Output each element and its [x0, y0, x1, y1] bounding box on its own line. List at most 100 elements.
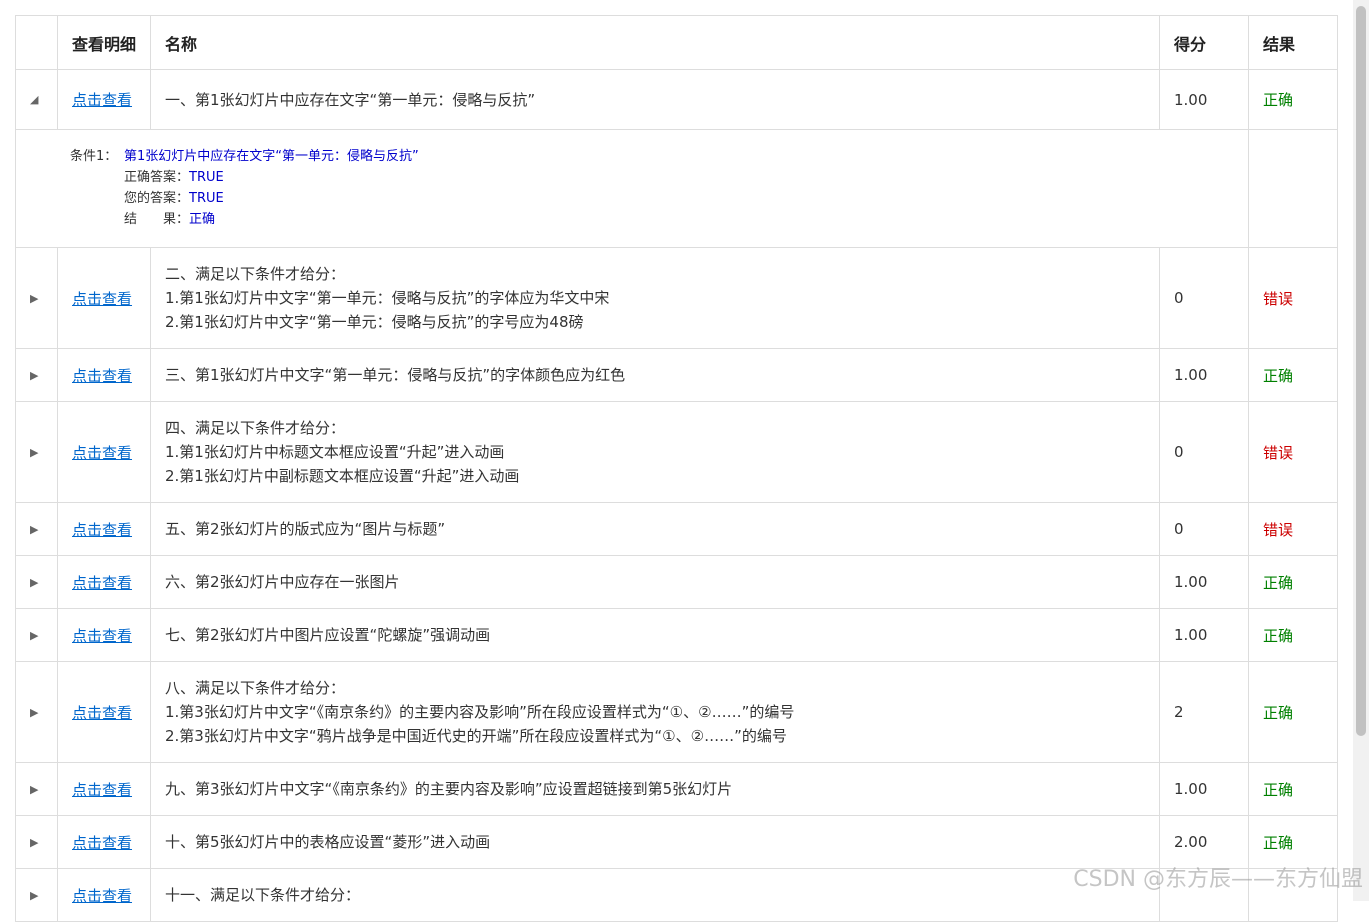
row-name-line: 三、第1张幻灯片中文字“第一单元：侵略与反抗”的字体颜色应为红色: [165, 366, 626, 384]
row-name-line: 1.第1张幻灯片中标题文本框应设置“升起”进入动画: [165, 443, 505, 461]
view-detail-link[interactable]: 点击查看: [72, 781, 132, 799]
view-detail-link[interactable]: 点击查看: [72, 834, 132, 852]
row-detail-cell: 点击查看: [57, 661, 151, 763]
row-score: 1.00: [1159, 348, 1249, 402]
table-body: ◢ 点击查看 一、第1张幻灯片中应存在文字“第一单元：侵略与反抗” 1.00 正确 条件1…: [15, 69, 1338, 922]
row-name-cell: 七、第2张幻灯片中图片应设置“陀螺旋”强调动画: [150, 608, 1160, 662]
row-name-line: 一、第1张幻灯片中应存在文字“第一单元：侵略与反抗”: [165, 90, 536, 109]
view-detail-link[interactable]: 点击查看: [72, 574, 132, 592]
row-name-cell: 三、第1张幻灯片中文字“第一单元：侵略与反抗”的字体颜色应为红色: [150, 348, 1160, 402]
expand-triangle-icon[interactable]: ▶: [30, 292, 38, 305]
expand-triangle-icon[interactable]: ▶: [30, 836, 38, 849]
row-name-cell: 九、第3张幻灯片中文字“《南京条约》的主要内容及影响”应设置超链接到第5张幻灯片: [150, 762, 1160, 816]
row-name-cell: 一、第1张幻灯片中应存在文字“第一单元：侵略与反抗”: [150, 69, 1160, 130]
row-toggle-cell: ▶: [15, 762, 58, 816]
table-row: ▶ 点击查看 四、满足以下条件才给分： 1.第1张幻灯片中标题文本框应设置“升起”进入…: [15, 401, 1338, 503]
row-toggle-cell: ▶: [15, 815, 58, 869]
row-name-cell: 六、第2张幻灯片中应存在一张图片: [150, 555, 1160, 609]
expand-triangle-icon[interactable]: ▶: [30, 889, 38, 902]
row-toggle-cell: ▶: [15, 608, 58, 662]
row-name-cell: 八、满足以下条件才给分： 1.第3张幻灯片中文字“《南京条约》的主要内容及影响”所…: [150, 661, 1160, 763]
row-result: 错误: [1248, 401, 1338, 503]
row-name-cell: 二、满足以下条件才给分： 1.第1张幻灯片中文字“第一单元：侵略与反抗”的字体应为…: [150, 247, 1160, 349]
row-toggle-cell: ▶: [15, 661, 58, 763]
expand-triangle-icon[interactable]: ▶: [30, 706, 38, 719]
header-score: 得分: [1159, 15, 1249, 70]
view-detail-link[interactable]: 点击查看: [72, 91, 132, 109]
row-score: 1.00: [1159, 69, 1249, 130]
detail-row: 条件1： 第1张幻灯片中应存在文字“第一单元：侵略与反抗” 正确答案：TRUE 您的答…: [15, 129, 1338, 248]
row-result: 正确: [1248, 555, 1338, 609]
header-name: 名称: [150, 15, 1160, 70]
table-row: ▶ 点击查看 三、第1张幻灯片中文字“第一单元：侵略与反抗”的字体颜色应为红色 1.0…: [15, 348, 1338, 402]
row-name-line: 2.第3张幻灯片中文字“鸦片战争是中国近代史的开端”所在段应设置样式为“①、②……: [165, 727, 787, 745]
row-name-line: 1.第1张幻灯片中文字“第一单元：侵略与反抗”的字体应为华文中宋: [165, 289, 610, 307]
watermark: CSDN @东方辰——东方仙盟: [1073, 867, 1363, 892]
row-toggle-cell: ▶: [15, 555, 58, 609]
result-label: 结 果：: [124, 212, 190, 227]
scrollbar-thumb[interactable]: [1356, 6, 1366, 736]
row-name-line: 九、第3张幻灯片中文字“《南京条约》的主要内容及影响”应设置超链接到第5张幻灯片: [165, 780, 733, 798]
row-result: 错误: [1248, 502, 1338, 556]
row-result: 正确: [1248, 762, 1338, 816]
table-row: ▶ 点击查看 七、第2张幻灯片中图片应设置“陀螺旋”强调动画 1.00 正确: [15, 608, 1338, 662]
view-detail-link[interactable]: 点击查看: [72, 704, 132, 722]
expand-triangle-icon[interactable]: ▶: [30, 629, 38, 642]
row-result: 正确: [1248, 608, 1338, 662]
row-result: 正确: [1248, 348, 1338, 402]
table-row: ◢ 点击查看 一、第1张幻灯片中应存在文字“第一单元：侵略与反抗” 1.00 正确: [15, 69, 1338, 130]
row-score: 1.00: [1159, 608, 1249, 662]
vertical-scrollbar[interactable]: [1353, 0, 1369, 901]
row-detail-cell: 点击查看: [57, 348, 151, 402]
row-name-line: 2.第1张幻灯片中副标题文本框应设置“升起”进入动画: [165, 467, 520, 485]
header-result: 结果: [1248, 15, 1338, 70]
row-detail-cell: 点击查看: [57, 555, 151, 609]
header-toggle: [15, 15, 58, 70]
view-detail-link[interactable]: 点击查看: [72, 290, 132, 308]
row-score: 0: [1159, 247, 1249, 349]
row-result: 错误: [1248, 247, 1338, 349]
view-detail-link[interactable]: 点击查看: [72, 887, 132, 905]
row-score: 1.00: [1159, 555, 1249, 609]
row-name-line: 1.第3张幻灯片中文字“《南京条约》的主要内容及影响”所在段应设置样式为“①、②…: [165, 703, 795, 721]
view-detail-link[interactable]: 点击查看: [72, 627, 132, 645]
collapse-triangle-icon[interactable]: ◢: [30, 93, 38, 106]
expand-triangle-icon[interactable]: ▶: [30, 523, 38, 536]
expand-triangle-icon[interactable]: ▶: [30, 446, 38, 459]
row-name-line: 2.第1张幻灯片中文字“第一单元：侵略与反抗”的字号应为48磅: [165, 313, 584, 331]
view-detail-link[interactable]: 点击查看: [72, 444, 132, 462]
row-name-line: 十、第5张幻灯片中的表格应设置“菱形”进入动画: [165, 833, 491, 851]
expand-triangle-icon[interactable]: ▶: [30, 576, 38, 589]
your-answer-value: TRUE: [189, 191, 224, 206]
row-name-line: 七、第2张幻灯片中图片应设置“陀螺旋”强调动画: [165, 626, 491, 644]
expand-triangle-icon[interactable]: ▶: [30, 783, 38, 796]
condition-detail: 条件1： 第1张幻灯片中应存在文字“第一单元：侵略与反抗” 正确答案：TRUE 您的答…: [30, 130, 1234, 230]
view-detail-link[interactable]: 点击查看: [72, 367, 132, 385]
row-score: 2: [1159, 661, 1249, 763]
row-detail-cell: 点击查看: [57, 608, 151, 662]
row-score: 0: [1159, 502, 1249, 556]
row-name-cell: 五、第2张幻灯片的版式应为“图片与标题”: [150, 502, 1160, 556]
row-toggle-cell: ▶: [15, 247, 58, 349]
row-toggle-cell: ▶: [15, 502, 58, 556]
row-detail-cell: 点击查看: [57, 401, 151, 503]
row-name-line: 二、满足以下条件才给分：: [165, 265, 346, 283]
row-result: 正确: [1248, 661, 1338, 763]
row-toggle-cell: ▶: [15, 868, 58, 922]
table-row: ▶ 点击查看 二、满足以下条件才给分： 1.第1张幻灯片中文字“第一单元：侵略与反抗”…: [15, 247, 1338, 349]
row-name-line: 六、第2张幻灯片中应存在一张图片: [165, 573, 400, 591]
row-toggle-cell: ◢: [15, 69, 58, 130]
row-toggle-cell: ▶: [15, 401, 58, 503]
table-row: ▶ 点击查看 九、第3张幻灯片中文字“《南京条约》的主要内容及影响”应设置超链接到第…: [15, 762, 1338, 816]
row-detail-cell: 点击查看: [57, 815, 151, 869]
expand-triangle-icon[interactable]: ▶: [30, 369, 38, 382]
view-detail-link[interactable]: 点击查看: [72, 521, 132, 539]
header-detail: 查看明细: [57, 15, 151, 70]
row-name-cell: 十、第5张幻灯片中的表格应设置“菱形”进入动画: [150, 815, 1160, 869]
table-row: ▶ 点击查看 八、满足以下条件才给分： 1.第3张幻灯片中文字“《南京条约》的主要内容…: [15, 661, 1338, 763]
result-line: 结 果：正确: [70, 209, 1234, 230]
row-detail-cell: 点击查看: [57, 762, 151, 816]
row-name-cell: 四、满足以下条件才给分： 1.第1张幻灯片中标题文本框应设置“升起”进入动画 2.第…: [150, 401, 1160, 503]
detail-cell: 条件1： 第1张幻灯片中应存在文字“第一单元：侵略与反抗” 正确答案：TRUE 您的答…: [15, 129, 1249, 248]
result-value: 正确: [189, 212, 216, 227]
